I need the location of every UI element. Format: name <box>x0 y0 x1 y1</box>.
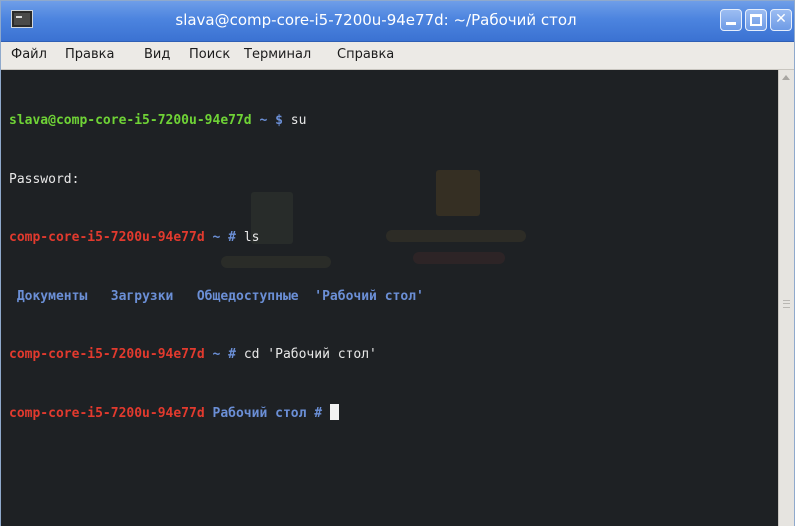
close-button[interactable]: ✕ <box>770 9 792 31</box>
terminal-line: comp-core-i5-7200u-94e77d ~ # ls <box>9 228 424 248</box>
close-icon: ✕ <box>775 11 787 27</box>
prompt-path: Рабочий стол # <box>204 405 330 421</box>
terminal-output[interactable]: slava@comp-core-i5-7200u-94e77d ~ $ su P… <box>1 70 778 526</box>
desktop-folder-label-2 <box>413 252 505 264</box>
terminal-lines: slava@comp-core-i5-7200u-94e77d ~ $ su P… <box>9 72 424 462</box>
maximize-icon <box>750 14 762 26</box>
terminal-line: slava@comp-core-i5-7200u-94e77d ~ $ su <box>9 111 424 131</box>
minimize-button[interactable] <box>720 9 742 31</box>
output-text: Password: <box>9 171 80 187</box>
directory-entry: Документы <box>9 288 88 304</box>
menu-terminal[interactable]: Терминал <box>244 47 311 62</box>
minimize-icon <box>726 22 736 25</box>
menu-search[interactable]: Поиск <box>189 47 230 62</box>
maximize-button[interactable] <box>745 9 767 31</box>
scroll-up-arrow-icon[interactable] <box>782 75 790 80</box>
menu-help[interactable]: Справка <box>337 47 394 62</box>
prompt-root-host: comp-core-i5-7200u-94e77d <box>9 405 205 421</box>
command-text: su <box>290 113 307 128</box>
menu-view[interactable]: Вид <box>144 47 170 62</box>
prompt-root-host: comp-core-i5-7200u-94e77d <box>9 230 205 245</box>
menu-edit[interactable]: Правка <box>65 47 114 62</box>
menu-bar: Файл Правка Вид Поиск Терминал Справка <box>1 42 794 70</box>
command-text: cd 'Рабочий стол' <box>243 347 377 362</box>
terminal-line: comp-core-i5-7200u-94e77d Рабочий стол # <box>9 403 424 424</box>
terminal-line: Password: <box>9 170 424 190</box>
prompt-path: ~ # <box>204 347 244 362</box>
menu-file[interactable]: Файл <box>11 47 47 62</box>
prompt-root-host: comp-core-i5-7200u-94e77d <box>9 347 205 362</box>
prompt-path: ~ $ <box>251 113 291 128</box>
prompt-path: ~ # <box>204 230 244 245</box>
scrollbar-grip-icon[interactable] <box>783 300 790 308</box>
terminal-window: slava@comp-core-i5-7200u-94e77d: ~/Рабоч… <box>0 0 795 526</box>
title-bar[interactable]: slava@comp-core-i5-7200u-94e77d: ~/Рабоч… <box>1 1 794 42</box>
vertical-scrollbar[interactable] <box>778 70 794 526</box>
command-text: ls <box>243 230 260 245</box>
window-title: slava@comp-core-i5-7200u-94e77d: ~/Рабоч… <box>175 11 577 29</box>
directory-entry: 'Рабочий стол' <box>298 288 424 304</box>
directory-entry: Загрузки <box>87 288 174 304</box>
terminal-line: Документы Загрузки Общедоступные 'Рабочи… <box>9 287 424 307</box>
desktop-folder-icon <box>436 170 480 216</box>
prompt-user-host: slava@comp-core-i5-7200u-94e77d <box>9 113 252 128</box>
terminal-line: comp-core-i5-7200u-94e77d ~ # cd 'Рабочи… <box>9 345 424 365</box>
text-cursor <box>329 403 339 420</box>
directory-entry: Общедоступные <box>173 288 299 304</box>
